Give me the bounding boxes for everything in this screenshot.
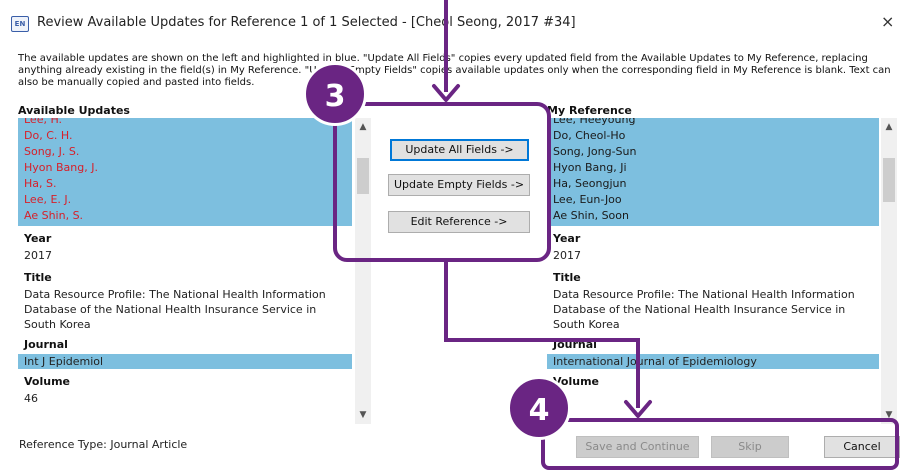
step-3-badge: 3 — [303, 62, 367, 126]
step-4-badge: 4 — [507, 376, 571, 440]
step3-highlight-box — [333, 102, 551, 262]
step4-highlight-box — [541, 418, 899, 470]
annotation-overlay — [333, 0, 899, 470]
